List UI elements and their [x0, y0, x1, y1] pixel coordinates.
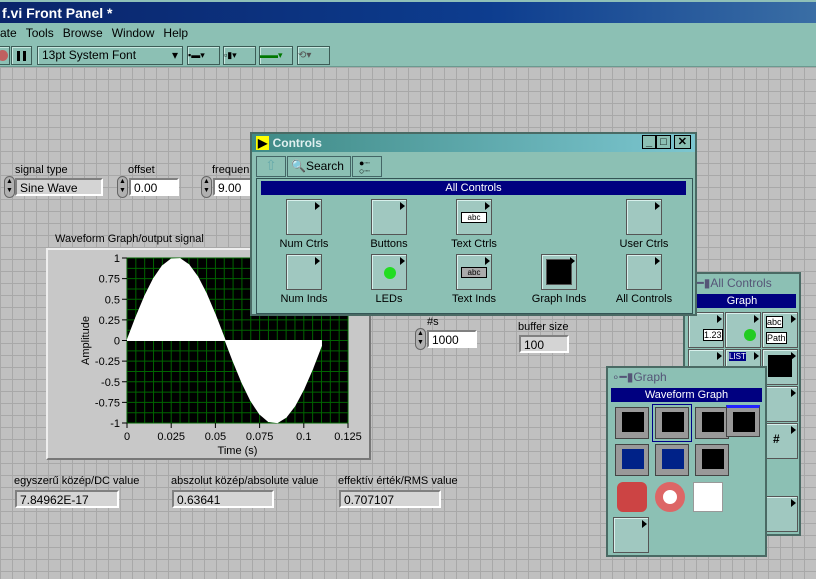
x-axis-label: Time (s): [218, 445, 258, 457]
user-ctrls-caption: User Ctrls: [619, 238, 669, 250]
graph-palette-title[interactable]: ∘━▮Graph: [608, 368, 765, 386]
graph-palette: ∘━▮Graph Waveform Graph: [606, 366, 767, 557]
user-ctrls-palette-icon[interactable]: [626, 199, 662, 235]
data-point: [312, 368, 314, 370]
search-icon: 🔍: [291, 159, 306, 173]
xy-graph-icon[interactable]: [695, 407, 729, 439]
labview-icon: ▶: [256, 136, 270, 150]
data-point: [135, 316, 137, 318]
data-point: [144, 295, 146, 297]
leds-palette-icon[interactable]: [371, 254, 407, 290]
buttons-palette-icon[interactable]: [371, 199, 407, 235]
pin-icon[interactable]: ∘━▮: [612, 370, 633, 384]
intensity-chart-icon[interactable]: [615, 444, 649, 476]
x-tick-label: 0.025: [157, 431, 185, 443]
num-inds-palette-icon[interactable]: [286, 254, 322, 290]
buttons-caption: Buttons: [370, 238, 408, 250]
up-arrow-button[interactable]: ⇧: [256, 156, 286, 177]
controls-palette-title-bar[interactable]: ▶ Controls _ □ ✕: [252, 134, 695, 152]
data-point: [276, 422, 278, 424]
minimize-button[interactable]: _: [641, 135, 657, 149]
y-axis-label: Amplitude: [80, 316, 92, 365]
data-point: [259, 413, 261, 415]
digital-waveform-graph-icon[interactable]: [695, 444, 729, 476]
boolean-palette-icon[interactable]: [725, 312, 761, 348]
y-tick-label: 1: [114, 253, 120, 265]
x-tick-label: 0: [124, 431, 130, 443]
controls-3d-palette-icon[interactable]: [613, 517, 649, 553]
3d-parametric-graph-icon[interactable]: [655, 482, 685, 512]
data-point: [206, 293, 208, 295]
close-button[interactable]: ✕: [673, 135, 691, 149]
data-point: [250, 400, 252, 402]
graph-inds-caption: Graph Inds: [531, 293, 587, 305]
io-palette-icon[interactable]: [762, 386, 798, 422]
all-controls-caption: All Controls: [615, 293, 673, 305]
data-point: [320, 345, 322, 347]
y-tick-label: -1: [110, 418, 120, 430]
3d-surface-graph-icon[interactable]: [617, 482, 647, 512]
waveform-chart-icon[interactable]: [615, 407, 649, 439]
leds-caption: LEDs: [375, 293, 403, 305]
all-controls-palette-icon[interactable]: [626, 254, 662, 290]
express-xy-graph-icon[interactable]: [726, 405, 760, 437]
view-options-button[interactable]: ●┈ ○┈: [352, 156, 382, 177]
data-point: [188, 264, 190, 266]
x-tick-label: 0.05: [205, 431, 226, 443]
data-point: [197, 276, 199, 278]
num-ctrls-caption: Num Ctrls: [279, 238, 329, 250]
y-tick-label: 0.75: [99, 274, 120, 286]
palette-header: Graph: [688, 294, 796, 308]
graph-inds-palette-icon[interactable]: [541, 254, 577, 290]
data-point: [214, 314, 216, 316]
data-point: [241, 381, 243, 383]
graph-palette-header: Waveform Graph: [611, 388, 762, 402]
3d-curve-graph-icon[interactable]: [693, 482, 723, 512]
all-controls-palette-title[interactable]: ∘━▮All Controls: [685, 274, 799, 292]
y-tick-label: 0: [114, 336, 120, 348]
x-tick-label: 0.1: [296, 431, 311, 443]
data-point: [223, 337, 225, 339]
text-ctrls-caption: Text Ctrls: [451, 238, 497, 250]
text-inds-caption: Text Inds: [451, 293, 497, 305]
maximize-button[interactable]: □: [656, 135, 671, 149]
string-path-palette-icon[interactable]: abc Path: [762, 312, 798, 348]
y-tick-label: -0.25: [95, 356, 120, 368]
numeric-palette-icon[interactable]: 1.23: [688, 312, 724, 348]
intensity-graph-icon[interactable]: [655, 444, 689, 476]
data-point: [170, 258, 172, 260]
controls-palette-header: All Controls: [261, 181, 686, 195]
y-tick-label: -0.75: [95, 397, 120, 409]
y-tick-label: 0.5: [105, 294, 120, 306]
waveform-graph-icon[interactable]: [652, 404, 692, 442]
x-tick-label: 0.125: [334, 431, 362, 443]
y-tick-label: 0.25: [99, 315, 120, 327]
data-point: [179, 258, 181, 260]
text-ctrls-palette-icon[interactable]: abc: [456, 199, 492, 235]
data-point: [153, 278, 155, 280]
num-inds-caption: Num Inds: [280, 293, 328, 305]
data-point: [161, 265, 163, 267]
refnum-palette-icon[interactable]: #: [762, 423, 798, 459]
controls-palette: ▶ Controls _ □ ✕ ⇧ 🔍Search ●┈ ○┈ All Contr…: [250, 132, 697, 316]
user-controls-palette-icon[interactable]: [762, 496, 798, 532]
data-point: [285, 416, 287, 418]
data-point: [267, 421, 269, 423]
graph-palette-icon[interactable]: [762, 349, 798, 385]
data-point: [303, 388, 305, 390]
y-tick-label: -0.5: [101, 377, 120, 389]
text-inds-palette-icon[interactable]: abc: [456, 254, 492, 290]
num-ctrls-palette-icon[interactable]: [286, 199, 322, 235]
data-point: [232, 360, 234, 362]
search-button[interactable]: 🔍Search: [287, 156, 351, 177]
data-point: [294, 405, 296, 407]
x-tick-label: 0.075: [246, 431, 274, 443]
